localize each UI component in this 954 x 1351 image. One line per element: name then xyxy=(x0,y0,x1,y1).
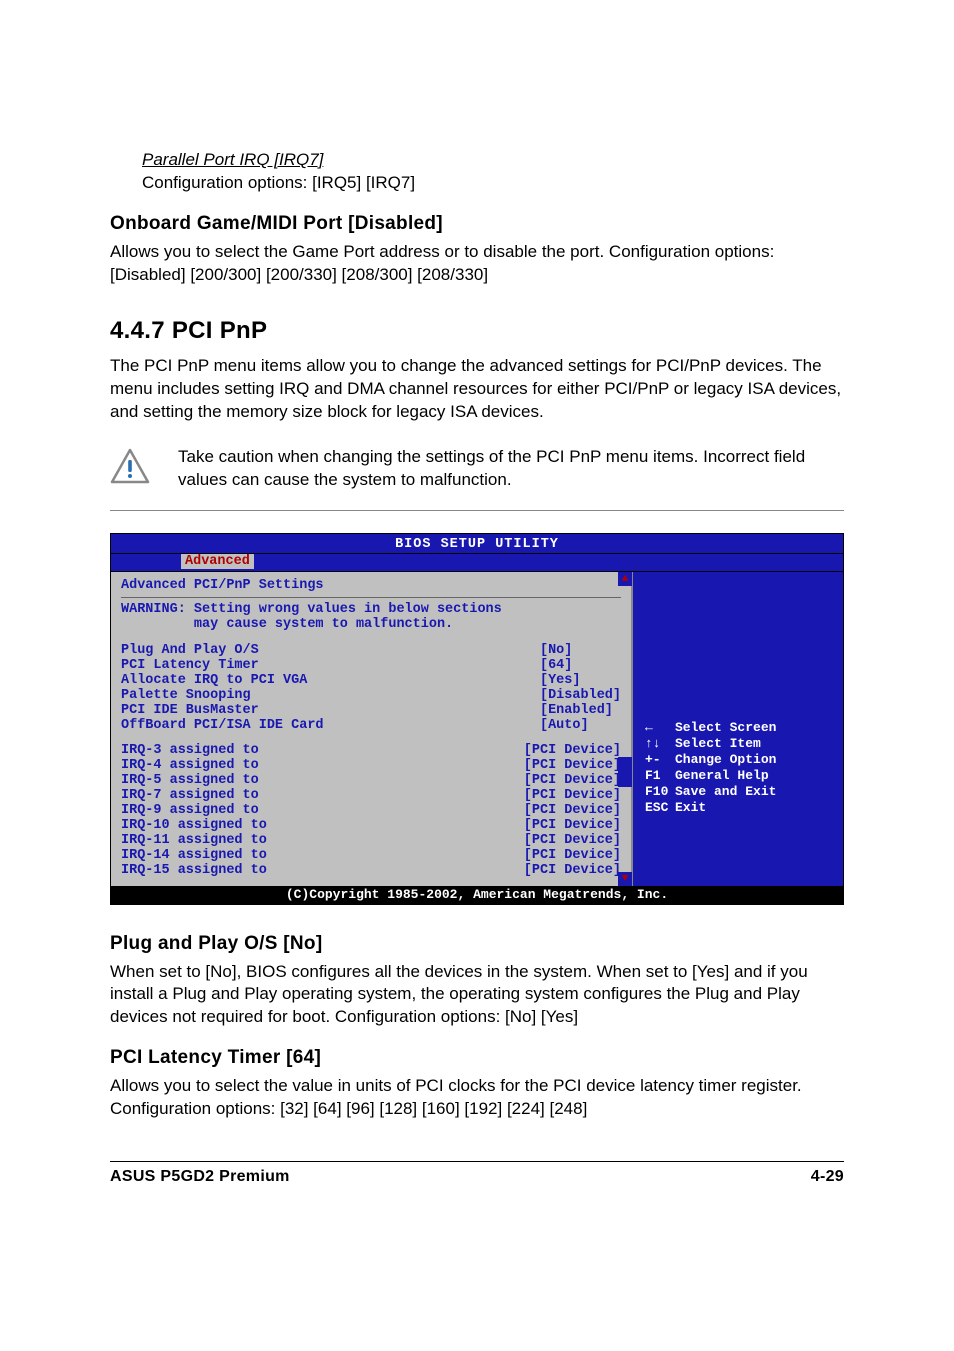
page-footer: ASUS P5GD2 Premium 4-29 xyxy=(110,1161,844,1186)
pci-latency-heading: PCI Latency Timer [64] xyxy=(110,1047,844,1069)
bios-row-value: [PCI Device] xyxy=(524,818,621,833)
bios-row-value: [PCI Device] xyxy=(524,788,621,803)
plug-and-play-body: When set to [No], BIOS configures all th… xyxy=(110,961,844,1030)
bios-warning-line1: WARNING: Setting wrong values in below s… xyxy=(121,602,621,618)
bios-warning: WARNING: Setting wrong values in below s… xyxy=(121,602,621,633)
nav-key: F1 xyxy=(645,768,675,783)
pci-latency-body: Allows you to select the value in units … xyxy=(110,1075,844,1121)
pci-pnp-heading: 4.4.7 PCI PnP xyxy=(110,317,844,345)
bios-row-label: IRQ-3 assigned to xyxy=(121,743,500,758)
bios-settings-group1: Plug And Play O/S [No] PCI Latency Timer [… xyxy=(121,643,621,733)
bios-row-value: [PCI Device] xyxy=(524,863,621,878)
bios-tab-bar: Advanced xyxy=(111,554,843,572)
bios-row-value: [PCI Device] xyxy=(524,803,621,818)
nav-key: ← xyxy=(645,720,675,735)
bios-row-label: PCI Latency Timer xyxy=(121,658,516,673)
bios-tab-advanced: Advanced xyxy=(181,554,254,569)
bios-row-value: [Enabled] xyxy=(540,703,621,718)
nav-label: Save and Exit xyxy=(675,784,833,799)
bios-row-value: [PCI Device] xyxy=(524,848,621,863)
bios-title: BIOS SETUP UTILITY xyxy=(111,534,843,554)
bios-row-value: [Disabled] xyxy=(540,688,621,703)
bios-body: Advanced PCI/PnP Settings WARNING: Setti… xyxy=(111,572,843,886)
bios-row-value: [Yes] xyxy=(540,673,621,688)
caution-text: Take caution when changing the settings … xyxy=(178,446,844,492)
nav-key: +- xyxy=(645,752,675,767)
bios-row-value: [PCI Device] xyxy=(524,773,621,788)
bios-panel-title: Advanced PCI/PnP Settings xyxy=(121,578,621,593)
bios-row-label: IRQ-9 assigned to xyxy=(121,803,500,818)
bios-row-value: [PCI Device] xyxy=(524,833,621,848)
bios-row-label: IRQ-10 assigned to xyxy=(121,818,500,833)
onboard-game-body: Allows you to select the Game Port addre… xyxy=(110,241,844,287)
bios-divider xyxy=(121,597,621,598)
page: Parallel Port IRQ [IRQ7] Configuration o… xyxy=(0,0,954,1226)
scroll-thumb xyxy=(618,757,632,787)
bios-row-value: [No] xyxy=(540,643,621,658)
nav-label: Select Screen xyxy=(675,720,833,735)
warning-icon xyxy=(110,448,150,484)
bios-right-panel: ←Select Screen ↑↓Select Item +-Change Op… xyxy=(633,572,843,886)
bios-row-label: IRQ-4 assigned to xyxy=(121,758,500,773)
bios-row-label: OffBoard PCI/ISA IDE Card xyxy=(121,718,516,733)
footer-product: ASUS P5GD2 Premium xyxy=(110,1168,290,1186)
bios-row-label: IRQ-11 assigned to xyxy=(121,833,500,848)
bios-row-value: [PCI Device] xyxy=(524,743,621,758)
scroll-up-icon: ▲ xyxy=(618,572,632,586)
bios-warning-line2: may cause system to malfunction. xyxy=(121,617,621,633)
nav-label: Exit xyxy=(675,800,833,815)
bios-row-value: [PCI Device] xyxy=(524,758,621,773)
footer-page-number: 4-29 xyxy=(811,1168,844,1186)
bios-copyright: (C)Copyright 1985-2002, American Megatre… xyxy=(111,886,843,904)
nav-key: ↑↓ xyxy=(645,736,675,751)
bios-row-label: IRQ-15 assigned to xyxy=(121,863,500,878)
bios-row-label: IRQ-5 assigned to xyxy=(121,773,500,788)
parallel-port-title: Parallel Port IRQ [IRQ7] xyxy=(142,150,844,170)
caution-block: Take caution when changing the settings … xyxy=(110,446,844,511)
bios-row-value: [64] xyxy=(540,658,621,673)
bios-left-panel: Advanced PCI/PnP Settings WARNING: Setti… xyxy=(111,572,633,886)
nav-label: Change Option xyxy=(675,752,833,767)
pci-pnp-intro: The PCI PnP menu items allow you to chan… xyxy=(110,355,844,424)
bios-row-label: Allocate IRQ to PCI VGA xyxy=(121,673,516,688)
bios-nav-help: ←Select Screen ↑↓Select Item +-Change Op… xyxy=(645,720,833,815)
nav-key: ESC xyxy=(645,800,675,815)
bios-row-label: Plug And Play O/S xyxy=(121,643,516,658)
bios-scrollbar xyxy=(618,586,632,872)
parallel-port-block: Parallel Port IRQ [IRQ7] Configuration o… xyxy=(142,150,844,195)
nav-key: F10 xyxy=(645,784,675,799)
bios-row-label: Palette Snooping xyxy=(121,688,516,703)
parallel-port-body: Configuration options: [IRQ5] [IRQ7] xyxy=(142,172,844,195)
bios-settings-group2: IRQ-3 assigned to [PCI Device] IRQ-4 assi… xyxy=(121,743,621,878)
onboard-game-heading: Onboard Game/MIDI Port [Disabled] xyxy=(110,213,844,235)
plug-and-play-heading: Plug and Play O/S [No] xyxy=(110,933,844,955)
bios-row-label: PCI IDE BusMaster xyxy=(121,703,516,718)
bios-row-label: IRQ-14 assigned to xyxy=(121,848,500,863)
bios-row-label: IRQ-7 assigned to xyxy=(121,788,500,803)
nav-label: Select Item xyxy=(675,736,833,751)
bios-screenshot: BIOS SETUP UTILITY Advanced Advanced PCI… xyxy=(110,533,844,905)
nav-label: General Help xyxy=(675,768,833,783)
scroll-down-icon: ▼ xyxy=(618,872,632,886)
bios-row-value: [Auto] xyxy=(540,718,621,733)
